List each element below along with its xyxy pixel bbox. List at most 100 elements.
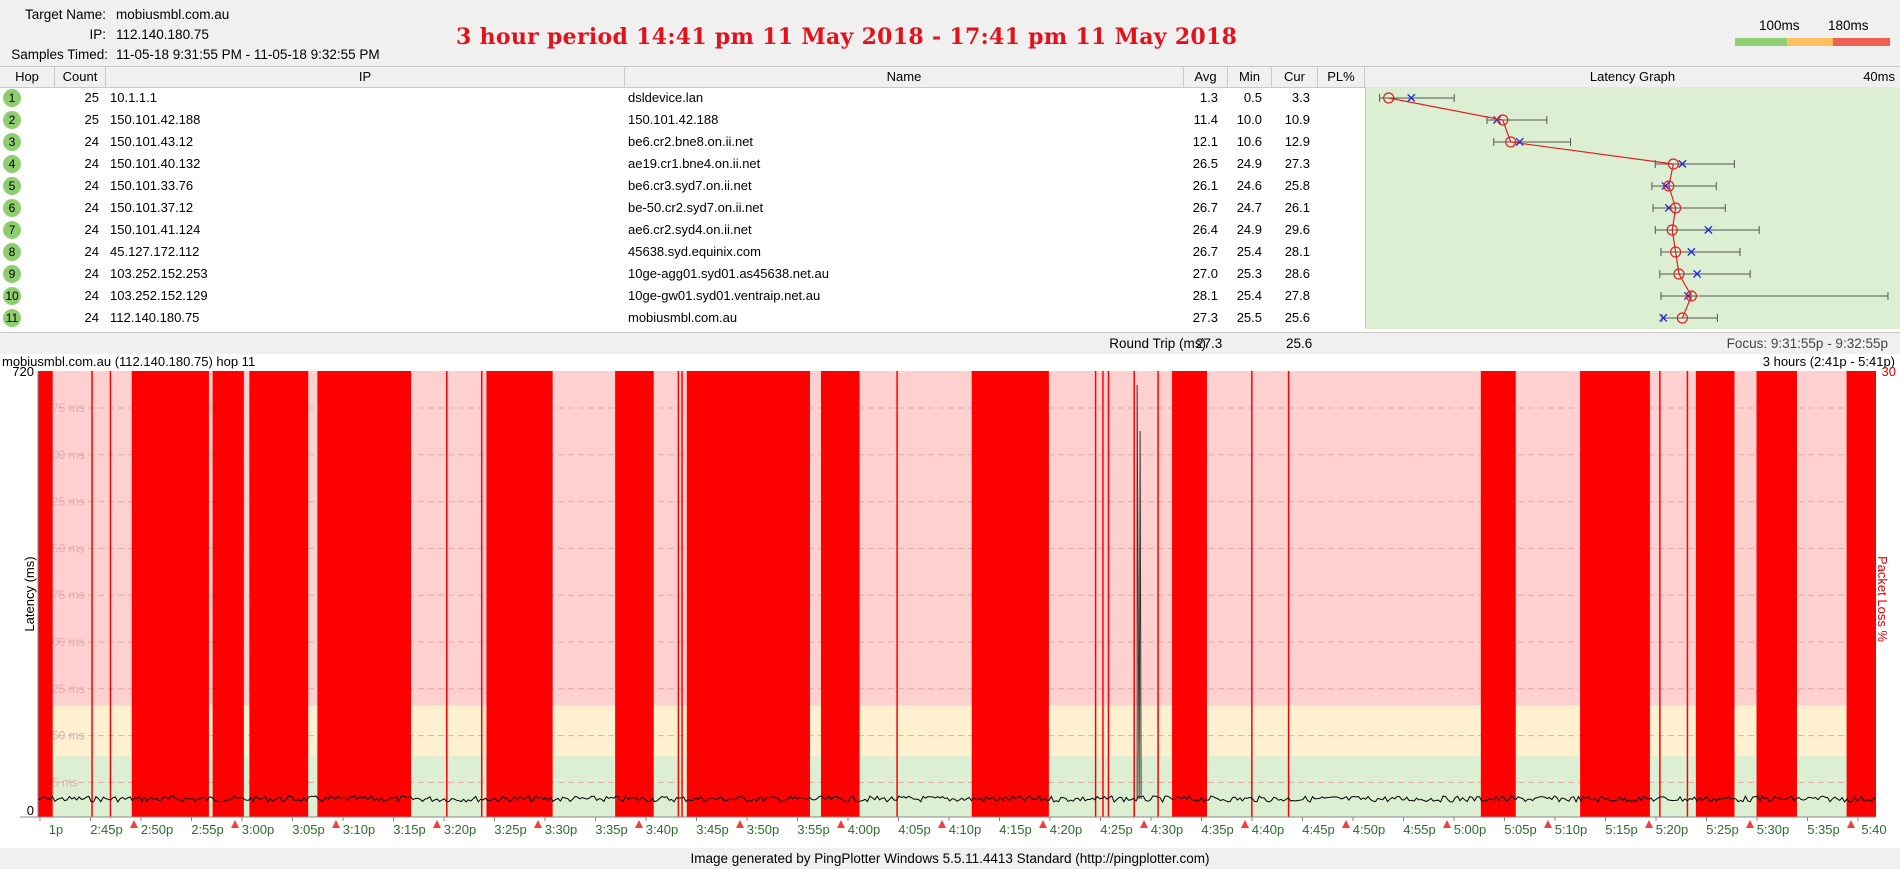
table-row[interactable]: 11 24 112.140.180.75 mobiusmbl.com.au 27.3 25…: [0, 307, 1365, 329]
x-tick-label: 4:20p: [1050, 822, 1083, 837]
cur-cell: 28.6: [1284, 266, 1310, 281]
timeline-marker-icon: [332, 820, 340, 828]
x-tick-label: 4:45p: [1302, 822, 1335, 837]
count-cell: 25: [84, 90, 99, 105]
packet-loss-block: [317, 371, 412, 817]
packet-loss-block: [1695, 371, 1735, 817]
packet-loss-block: [615, 371, 654, 817]
packet-loss-spike: [1157, 371, 1159, 817]
timeline-marker-icon: [1443, 820, 1451, 828]
packet-loss-spike: [1133, 371, 1135, 817]
col-hop[interactable]: Hop: [0, 67, 55, 87]
x-tick-label: 4:40p: [1252, 822, 1285, 837]
hostname-cell: mobiusmbl.com.au: [628, 310, 738, 325]
hostname-cell: ae19.cr1.bne4.on.ii.net: [628, 156, 761, 171]
ip-cell: 150.101.37.12: [110, 200, 194, 215]
col-pl[interactable]: PL%: [1318, 67, 1365, 87]
x-tick-label: 4:50p: [1353, 822, 1386, 837]
y-tick-label: 00 ms: [52, 448, 85, 462]
packet-loss-spike: [896, 371, 898, 817]
report-header: Target Name: mobiusmbl.com.au IP: 112.14…: [0, 0, 1900, 66]
y-tick-label: 5 ms: [52, 775, 78, 789]
y-tick-label: 50 ms: [52, 729, 85, 743]
col-cur[interactable]: Cur: [1272, 67, 1318, 87]
min-cell: 25.4: [1236, 288, 1262, 303]
scale-warn-bar: [1787, 38, 1833, 46]
table-row[interactable]: 1 25 10.1.1.1 dsldevice.lan 1.3 0.5 3.3: [0, 87, 1365, 109]
ip-cell: 103.252.152.129: [110, 288, 208, 303]
min-cell: 24.9: [1236, 156, 1262, 171]
round-trip-label: Round Trip (ms): [1109, 336, 1206, 351]
footer-credit: Image generated by PingPlotter Windows 5…: [0, 848, 1900, 869]
table-row[interactable]: 3 24 150.101.43.12 be6.cr2.bne8.on.ii.net 12…: [0, 131, 1365, 153]
samples-value: 11-05-18 9:31:55 PM - 11-05-18 9:32:55 P…: [116, 47, 380, 62]
avg-cell: 12.1: [1192, 134, 1218, 149]
timeline-marker-icon: [736, 820, 744, 828]
x-tick-label: 2:45p: [90, 822, 123, 837]
x-tick-label: 3:25p: [494, 822, 527, 837]
x-tick-label: 3:45p: [696, 822, 729, 837]
x-tick-label: 2:50p: [141, 822, 174, 837]
hop-number-badge: 8: [3, 243, 21, 261]
col-ip[interactable]: IP: [106, 67, 625, 87]
x-tick-label: 5:15p: [1605, 822, 1638, 837]
table-row[interactable]: 6 24 150.101.37.12 be-50.cr2.syd7.on.ii.net…: [0, 197, 1365, 219]
latency-graph-scale: 40ms: [1863, 69, 1895, 84]
min-cell: 10.0: [1236, 112, 1262, 127]
hostname-cell: 10ge-agg01.syd01.as45638.net.au: [628, 266, 829, 281]
hostname-cell: 10ge-gw01.syd01.ventraip.net.au: [628, 288, 821, 303]
col-name[interactable]: Name: [625, 67, 1184, 87]
round-trip-avg: 27.3: [1196, 336, 1223, 351]
table-row[interactable]: 8 24 45.127.172.112 45638.syd.equinix.com 26…: [0, 241, 1365, 263]
col-count[interactable]: Count: [55, 67, 106, 87]
ip-cell: 45.127.172.112: [110, 244, 200, 259]
scale-180-label: 180ms: [1828, 18, 1869, 33]
scale-bad-bar: [1833, 38, 1890, 46]
col-latency-graph[interactable]: Latency Graph 40ms: [1365, 67, 1900, 87]
packet-loss-block: [1480, 371, 1516, 817]
x-tick-label: 3:05p: [292, 822, 325, 837]
y-axis-max-label: 720: [12, 364, 34, 379]
avg-cell: 28.1: [1192, 288, 1218, 303]
packet-loss-spike: [480, 371, 483, 817]
packet-loss-spike: [1287, 371, 1290, 817]
packet-loss-block: [38, 371, 53, 817]
cur-cell: 12.9: [1284, 134, 1310, 149]
timeline-marker-icon: [1241, 820, 1249, 828]
packet-loss-block: [249, 371, 309, 817]
count-cell: 24: [84, 244, 99, 259]
timeline-svg[interactable]: 75 ms 00 ms 25 ms 50 ms 75 ms 00 ms 25 ms 50 ms…: [0, 354, 1900, 848]
x-tick-label: 3:40p: [646, 822, 679, 837]
table-row[interactable]: 10 24 103.252.152.129 10ge-gw01.syd01.ventr…: [0, 285, 1365, 307]
min-cell: 25.4: [1236, 244, 1262, 259]
cur-cell: 3.3: [1291, 90, 1310, 105]
table-row[interactable]: 2 25 150.101.42.188 150.101.42.188 11.4 10.0 1…: [0, 109, 1365, 131]
packet-loss-block: [131, 371, 209, 817]
min-cell: 10.6: [1236, 134, 1262, 149]
packet-loss-max-label: 30: [1882, 364, 1896, 379]
col-min[interactable]: Min: [1228, 67, 1272, 87]
x-tick-label: 3:35p: [595, 822, 628, 837]
avg-cell: 26.1: [1192, 178, 1218, 193]
y-tick-label: 75 ms: [52, 401, 85, 415]
avg-cell: 26.5: [1192, 156, 1218, 171]
hop-number-badge: 6: [3, 199, 21, 217]
current-latency-marker-icon: ✕: [1663, 200, 1675, 216]
count-cell: 24: [84, 222, 99, 237]
col-avg[interactable]: Avg: [1184, 67, 1228, 87]
timeline-marker-icon: [1544, 820, 1552, 828]
packet-loss-spike: [1659, 371, 1661, 817]
packet-loss-spike: [1107, 371, 1110, 817]
table-row[interactable]: 9 24 103.252.152.253 10ge-agg01.syd01.as456…: [0, 263, 1365, 285]
x-tick-label: 5:10p: [1555, 822, 1588, 837]
timeline-panel: mobiusmbl.com.au (112.140.180.75) hop 11…: [0, 354, 1900, 848]
x-tick-label: 4:35p: [1201, 822, 1234, 837]
x-tick-label: 5:25p: [1706, 822, 1739, 837]
y-tick-label: 50 ms: [52, 541, 85, 555]
hostname-cell: 150.101.42.188: [628, 112, 719, 127]
x-tick-label: 4:10p: [949, 822, 982, 837]
table-row[interactable]: 7 24 150.101.41.124 ae6.cr2.syd4.on.ii.net 2…: [0, 219, 1365, 241]
table-row[interactable]: 5 24 150.101.33.76 be6.cr3.syd7.on.ii.net 26…: [0, 175, 1365, 197]
table-row[interactable]: 4 24 150.101.40.132 ae19.cr1.bne4.on.ii.net…: [0, 153, 1365, 175]
cur-cell: 29.6: [1284, 222, 1310, 237]
